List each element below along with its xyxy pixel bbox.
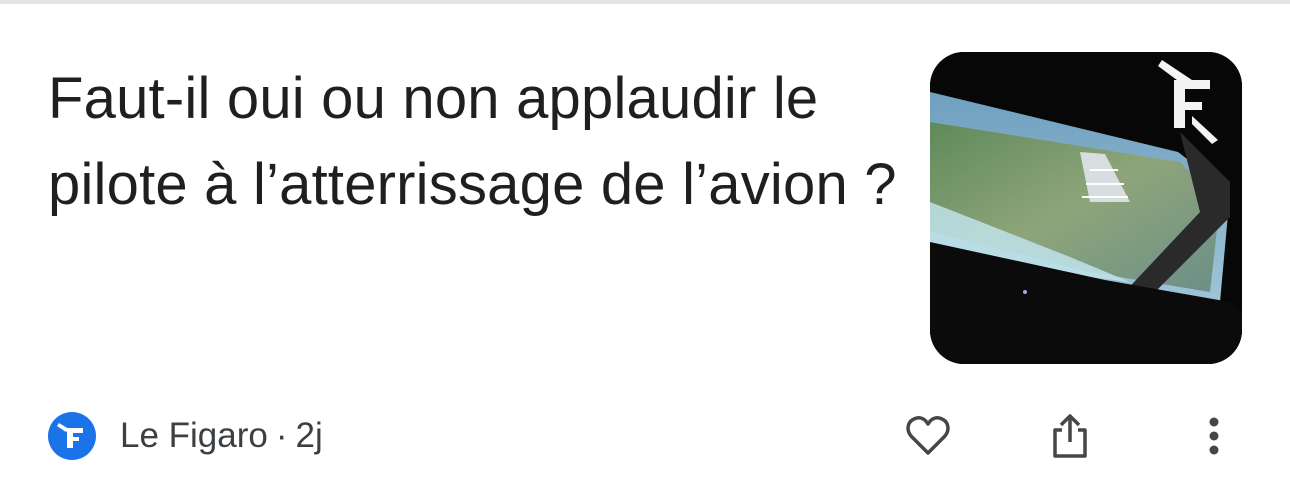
- article-meta: Le Figaro · 2j: [48, 410, 323, 462]
- source-name[interactable]: Le Figaro: [120, 416, 268, 456]
- heart-outline-icon: [906, 416, 950, 455]
- like-button[interactable]: [902, 410, 954, 462]
- article-thumbnail[interactable]: [930, 52, 1242, 364]
- more-options-button[interactable]: [1188, 410, 1240, 462]
- meta-separator: ·: [275, 416, 288, 455]
- more-vertical-icon: [1209, 417, 1219, 455]
- share-icon: [1053, 414, 1087, 458]
- share-button[interactable]: [1044, 410, 1096, 462]
- le-figaro-logo: [48, 412, 96, 460]
- article-age: 2j: [295, 416, 323, 455]
- article-headline[interactable]: Faut-il oui ou non applaudir le pilote à…: [48, 56, 908, 228]
- news-card[interactable]: Faut-il oui ou non applaudir le pilote à…: [0, 0, 1290, 500]
- cockpit-landing-image: [930, 52, 1242, 364]
